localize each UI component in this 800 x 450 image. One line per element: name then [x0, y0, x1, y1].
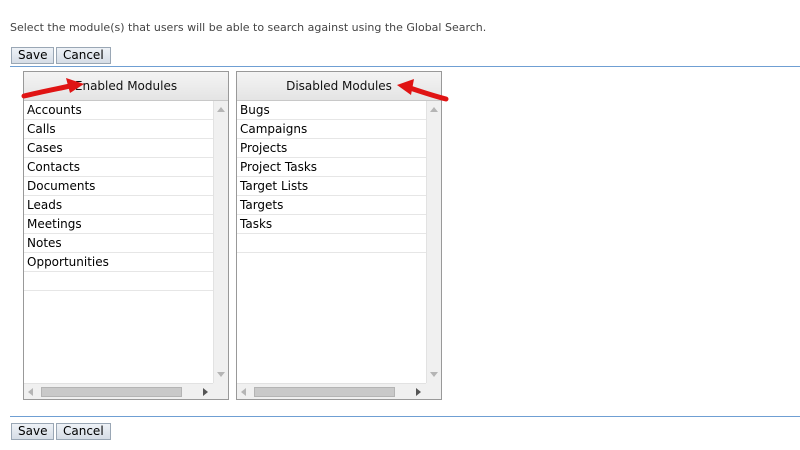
cancel-button-top[interactable]: Cancel [56, 47, 111, 64]
module-list-item[interactable]: Tasks [237, 215, 426, 234]
scroll-up-icon[interactable] [217, 107, 225, 112]
disabled-modules-header: Disabled Modules [237, 72, 441, 101]
enabled-horizontal-scrollbar[interactable] [24, 383, 213, 399]
enabled-vertical-scrollbar[interactable] [213, 101, 228, 383]
disabled-horizontal-scrollbar[interactable] [237, 383, 426, 399]
module-list-item[interactable]: Documents [24, 177, 213, 196]
save-button-top[interactable]: Save [11, 47, 55, 64]
bottom-separator [10, 416, 800, 417]
enabled-modules-panel: Enabled Modules Accounts Calls Cases Contac… [23, 71, 229, 400]
top-separator [10, 66, 800, 67]
module-list-item[interactable]: Leads [24, 196, 213, 215]
scroll-right-icon[interactable] [203, 388, 208, 396]
scroll-down-icon[interactable] [217, 372, 225, 377]
scroll-thumb[interactable] [41, 387, 182, 397]
scroll-up-icon[interactable] [430, 107, 438, 112]
scroll-right-icon[interactable] [416, 388, 421, 396]
scrollbar-corner [426, 383, 441, 399]
empty-list-row [237, 234, 426, 253]
save-button-bottom[interactable]: Save [11, 423, 55, 440]
scroll-thumb[interactable] [254, 387, 395, 397]
module-list-item[interactable]: Campaigns [237, 120, 426, 139]
instructions-text: Select the module(s) that users will be … [10, 21, 487, 34]
module-list-item[interactable]: Calls [24, 120, 213, 139]
empty-list-row [24, 272, 213, 291]
module-list-item[interactable]: Notes [24, 234, 213, 253]
module-list-item[interactable]: Bugs [237, 101, 426, 120]
module-list-item[interactable]: Projects [237, 139, 426, 158]
cancel-button-bottom[interactable]: Cancel [56, 423, 111, 440]
disabled-modules-list[interactable]: Bugs Campaigns Projects Project Tasks Target… [237, 101, 426, 383]
enabled-modules-header: Enabled Modules [24, 72, 228, 101]
module-list-item[interactable]: Targets [237, 196, 426, 215]
disabled-vertical-scrollbar[interactable] [426, 101, 441, 383]
module-list-item[interactable]: Project Tasks [237, 158, 426, 177]
scroll-left-icon[interactable] [28, 388, 33, 396]
enabled-modules-list[interactable]: Accounts Calls Cases Contacts Documents Leads… [24, 101, 213, 383]
module-list-item[interactable]: Target Lists [237, 177, 426, 196]
module-list-item[interactable]: Meetings [24, 215, 213, 234]
module-list-item[interactable]: Accounts [24, 101, 213, 120]
module-list-item[interactable]: Cases [24, 139, 213, 158]
module-list-item[interactable]: Opportunities [24, 253, 213, 272]
module-list-item[interactable]: Contacts [24, 158, 213, 177]
scroll-left-icon[interactable] [241, 388, 246, 396]
scroll-down-icon[interactable] [430, 372, 438, 377]
disabled-modules-panel: Disabled Modules Bugs Campaigns Projects Pr… [236, 71, 442, 400]
scrollbar-corner [213, 383, 228, 399]
